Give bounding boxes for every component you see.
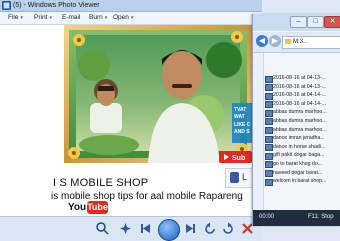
file-item[interactable]: abbas dumra marhoo... <box>264 117 340 126</box>
file-item[interactable]: 2016-08-16 at 04-14-... <box>264 91 340 100</box>
photo-stage: TVAT WAT LIKE C AND S Sub I S MOBILE SHO… <box>0 25 262 215</box>
file-item[interactable]: abbas dumra marhoo... <box>264 126 340 135</box>
file-list: 2016-08-16 at 04-13-... 2016-08-16 at 04… <box>264 74 340 186</box>
shop-name-text: I S MOBILE SHOP <box>53 177 149 189</box>
title-bar: (5) - Windows Photo Viewer <box>0 0 262 12</box>
promo-line-4: AND S <box>234 129 250 135</box>
youtube-logo: You Tube <box>68 201 108 215</box>
file-item[interactable]: dance imran jeradha... <box>264 134 340 143</box>
video-file-icon <box>265 135 273 143</box>
thumbs-up-icon <box>230 172 239 183</box>
video-file-icon <box>265 109 273 117</box>
menu-bar: File ▾ Print ▾ E-mail Burn ▾ Open ▾ <box>0 12 262 25</box>
chevron-down-icon: ▾ <box>104 15 108 21</box>
close-button[interactable]: ✕ <box>324 16 340 28</box>
menu-file[interactable]: File ▾ <box>8 12 23 24</box>
file-item[interactable]: abbas dumra marhoo... <box>264 108 340 117</box>
explorer-title-bar: – □ ✕ <box>253 14 340 31</box>
menu-email[interactable]: E-mail <box>62 12 80 24</box>
playback-controls <box>0 216 262 241</box>
media-status-bar: 00:00 F11: Stop <box>253 210 340 226</box>
maximize-button[interactable]: □ <box>307 16 324 28</box>
video-file-icon <box>265 152 273 160</box>
video-file-icon <box>265 101 273 109</box>
youtube-you-text: You <box>68 202 87 213</box>
explorer-window: – □ ✕ ◀ ▶ M:3... 2016-08-16 at 04-13-...… <box>252 14 340 226</box>
chevron-down-icon: ▾ <box>49 15 52 21</box>
promo-line-1: TVAT <box>234 107 246 113</box>
video-file-icon <box>265 170 273 178</box>
file-item[interactable]: 2016-08-16 at 04-13-... <box>264 83 340 92</box>
rotate-left-icon[interactable] <box>203 221 218 236</box>
forward-icon[interactable]: ▶ <box>269 35 281 47</box>
window-title: (5) - Windows Photo Viewer <box>13 2 100 9</box>
file-item[interactable]: 2016-08-16 at 04-14-... <box>264 100 340 109</box>
video-file-icon <box>265 84 273 92</box>
photo-viewer-window: (5) - Windows Photo Viewer File ▾ Print ▾ … <box>0 0 262 241</box>
navigation-pane <box>253 53 264 226</box>
displayed-photo: TVAT WAT LIKE C AND S Sub <box>64 25 252 163</box>
video-file-icon <box>265 161 273 169</box>
video-file-icon <box>265 92 273 100</box>
like-label: L <box>242 172 248 182</box>
file-item[interactable]: naveed dogar barat... <box>264 169 340 178</box>
play-slideshow-button[interactable] <box>158 219 180 241</box>
chevron-down-icon: ▾ <box>130 15 134 21</box>
subscribe-label: Sub <box>232 155 245 162</box>
menu-print[interactable]: Print ▾ <box>34 12 52 24</box>
video-file-icon <box>265 127 273 135</box>
file-item[interactable]: dance in horse shadi... <box>264 143 340 152</box>
video-file-icon <box>265 178 273 186</box>
file-item[interactable]: go to barat khog do... <box>264 160 340 169</box>
back-icon[interactable]: ◀ <box>256 35 268 47</box>
address-bar[interactable]: M:3... <box>282 36 340 49</box>
zoom-icon[interactable] <box>95 221 110 236</box>
chevron-down-icon: ▾ <box>20 15 23 21</box>
minimize-button[interactable]: – <box>290 16 307 28</box>
video-file-icon <box>265 118 273 126</box>
menu-open[interactable]: Open ▾ <box>113 12 133 24</box>
next-icon[interactable] <box>183 221 198 236</box>
folder-icon <box>285 38 291 44</box>
file-item[interactable]: welcom in barat shop... <box>264 177 340 186</box>
promo-line-2: WAT <box>234 114 245 120</box>
time-readout: 00:00 <box>259 214 275 220</box>
photo-viewer-app-icon <box>2 1 11 10</box>
explorer-nav-bar: ◀ ▶ M:3... <box>253 32 340 53</box>
promo-line-3: LIKE C <box>234 122 251 128</box>
rotate-right-icon[interactable] <box>220 221 235 236</box>
previous-icon[interactable] <box>138 221 153 236</box>
menu-burn[interactable]: Burn ▾ <box>89 12 107 24</box>
file-item[interactable]: 2016-08-16 at 04-13-... <box>264 74 340 83</box>
file-item[interactable]: gift pakit dogar baga... <box>264 151 340 160</box>
video-file-icon <box>265 144 273 152</box>
video-file-icon <box>265 75 273 83</box>
actual-size-icon[interactable] <box>118 221 133 236</box>
youtube-tube-text: Tube <box>87 201 108 214</box>
fullscreen-hint: F11: Stop <box>308 214 334 220</box>
